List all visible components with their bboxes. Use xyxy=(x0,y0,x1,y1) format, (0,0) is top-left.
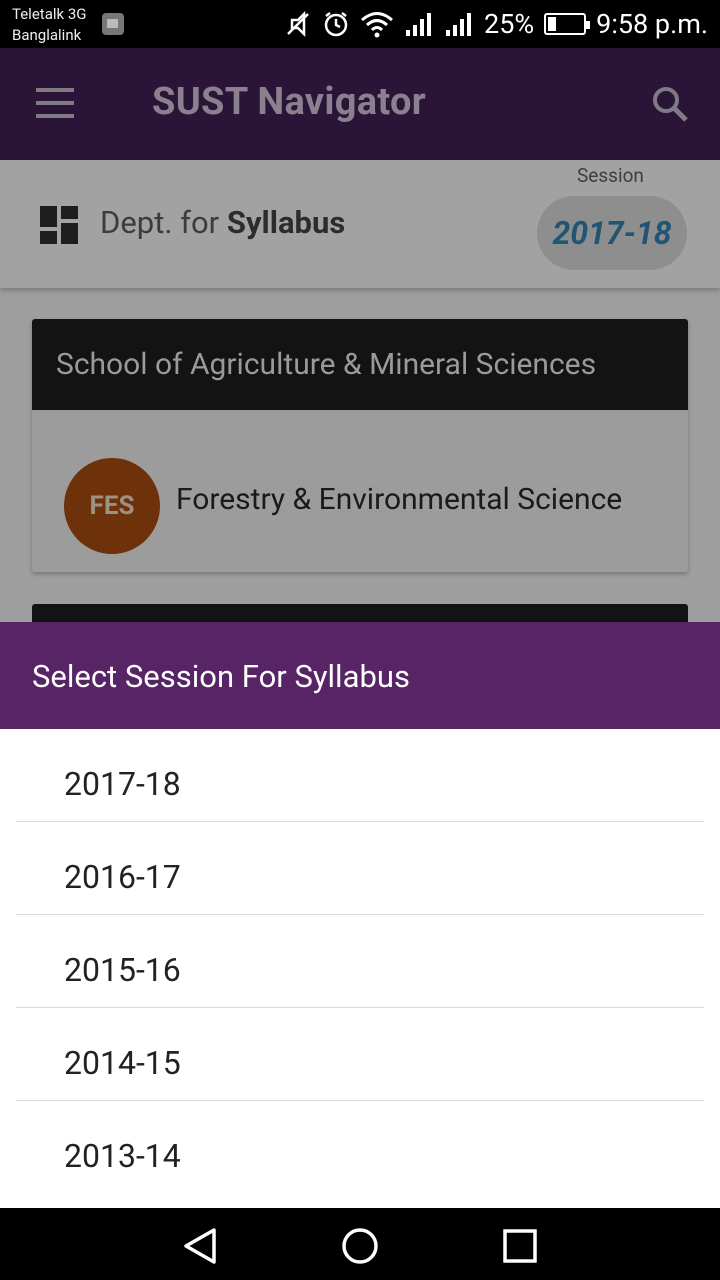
app-title: SUST Navigator xyxy=(152,80,426,124)
image-notification-icon xyxy=(102,13,124,35)
school-card-title: School of Agriculture & Mineral Sciences xyxy=(32,319,688,410)
carrier-info: Teletalk 3G Banglalink xyxy=(12,4,86,46)
mute-icon xyxy=(287,10,309,38)
carrier-line-2: Banglalink xyxy=(12,26,82,44)
dept-header: Dept. for Syllabus Session 2017-18 xyxy=(0,160,720,288)
hamburger-menu-icon[interactable] xyxy=(36,88,76,118)
status-bar: Teletalk 3G Banglalink 25% 9:58 p.m. xyxy=(0,0,720,48)
session-option[interactable]: 2015-16 xyxy=(16,915,704,1008)
carrier-line-1: Teletalk 3G xyxy=(12,5,87,23)
navigation-bar xyxy=(0,1208,720,1280)
session-option[interactable]: 2017-18 xyxy=(16,729,704,822)
wifi-icon xyxy=(361,12,394,38)
battery-percent: 25% xyxy=(484,8,535,40)
session-option[interactable]: 2016-17 xyxy=(16,822,704,915)
school-card: School of Agriculture & Mineral Sciences… xyxy=(32,319,688,572)
session-dialog: Select Session For Syllabus 2017-18 2016… xyxy=(0,622,720,1208)
department-name: Forestry & Environmental Science xyxy=(176,482,623,517)
battery-icon xyxy=(544,13,591,35)
dept-title-emphasis: Syllabus xyxy=(226,204,346,241)
clock: 9:58 p.m. xyxy=(596,8,708,40)
session-list: 2017-18 2016-17 2015-16 2014-15 2013-14 xyxy=(16,729,704,1194)
alarm-icon xyxy=(324,12,348,37)
session-selector-button[interactable]: 2017-18 xyxy=(537,196,687,270)
recents-icon[interactable] xyxy=(500,1226,540,1266)
back-icon[interactable] xyxy=(180,1226,220,1266)
dept-title-prefix: Dept. for xyxy=(100,204,220,241)
search-icon[interactable] xyxy=(650,84,690,124)
signal-icon-2 xyxy=(446,13,472,36)
signal-icon-1 xyxy=(406,13,432,36)
session-label: Session xyxy=(577,164,644,187)
dialog-title: Select Session For Syllabus xyxy=(0,622,720,729)
session-option[interactable]: 2013-14 xyxy=(16,1101,704,1194)
dept-title: Dept. for Syllabus xyxy=(100,204,345,241)
dashboard-icon xyxy=(40,206,80,244)
home-icon[interactable] xyxy=(340,1226,380,1266)
session-option[interactable]: 2014-15 xyxy=(16,1008,704,1101)
department-badge: FES xyxy=(64,458,160,554)
department-list-item[interactable]: FES Forestry & Environmental Science xyxy=(32,410,688,572)
app-bar: SUST Navigator xyxy=(0,48,720,160)
